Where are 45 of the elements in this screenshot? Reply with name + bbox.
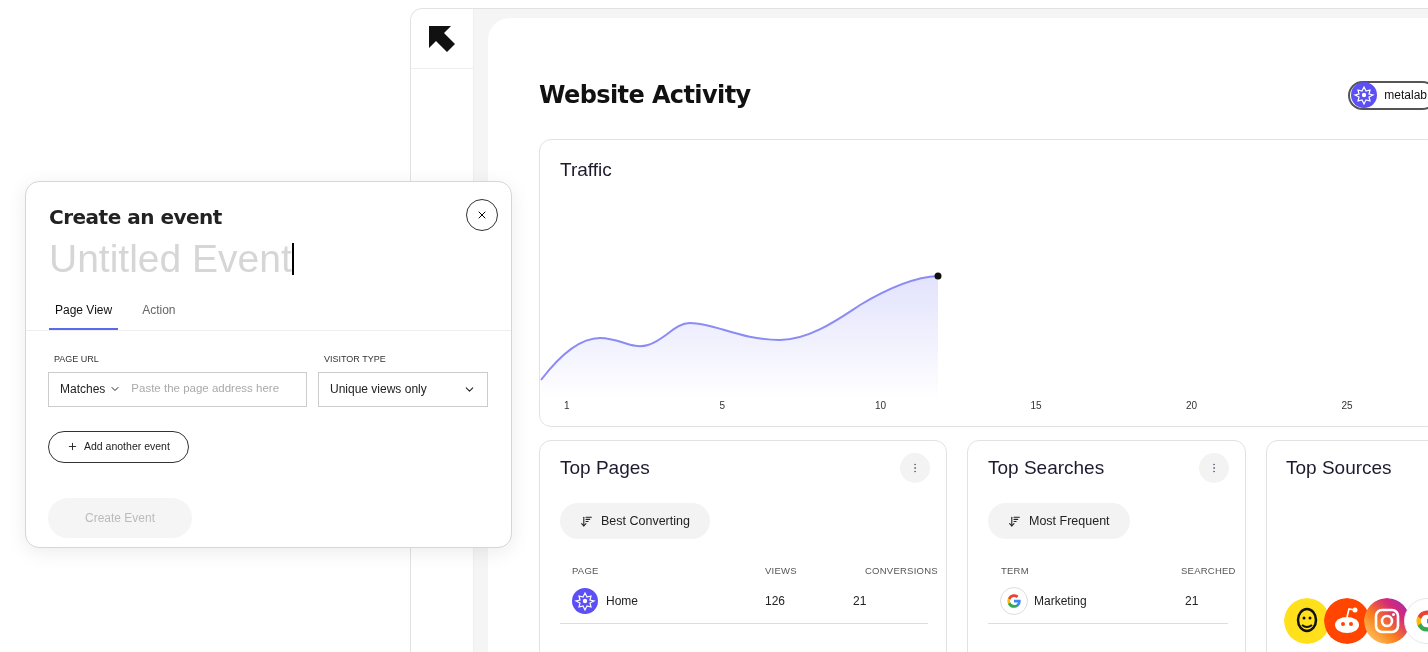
column-header: SEARCHED: [1181, 564, 1237, 578]
column-header: TERM: [1001, 564, 1030, 578]
badge-logo-icon: [1351, 82, 1378, 108]
tab[interactable]: Action: [136, 292, 182, 330]
card-title: Top Pages: [560, 455, 650, 480]
account-name: metalab: [1384, 87, 1427, 104]
more-button[interactable]: [1199, 453, 1229, 483]
axis-label: 25: [1341, 400, 1353, 411]
column-header: VIEWS: [765, 564, 798, 578]
axis-label: 10: [875, 400, 887, 411]
tab[interactable]: Page View: [49, 292, 119, 330]
text-cursor: [291, 243, 294, 275]
badge-logo-icon: [572, 587, 598, 614]
sort-icon: [1008, 514, 1021, 528]
visitor-type-dropdown[interactable]: Unique views only: [318, 371, 488, 407]
page-url-field[interactable]: Matches Paste the page address here: [48, 371, 307, 407]
table-cell-text: 21: [1185, 592, 1200, 610]
match-dropdown[interactable]: Matches: [60, 380, 122, 398]
alien-logo-icon: [1324, 598, 1370, 644]
card-title: Top Sources: [1286, 455, 1392, 480]
table-cell-text: 126: [765, 592, 787, 610]
axis-label: 15: [1030, 400, 1042, 411]
more-button[interactable]: [900, 453, 930, 483]
field-label: PAGE URL: [53, 353, 100, 366]
sort-button[interactable]: Most Frequent: [988, 503, 1130, 539]
sort-icon: [580, 514, 593, 528]
arrow-logo-icon: [428, 24, 456, 53]
sort-button[interactable]: Best Converting: [560, 503, 710, 539]
plus-icon: [67, 441, 78, 452]
axis-label: 1: [564, 400, 570, 411]
card-title: Traffic: [560, 159, 612, 180]
column-header: PAGE: [572, 564, 600, 578]
page-title: Website Activity: [539, 80, 751, 111]
axis-label: 20: [1186, 400, 1198, 411]
card-title: Top Searches: [988, 455, 1105, 480]
table-cell-text: Home: [606, 592, 638, 610]
table-cell-text: 21: [853, 592, 868, 610]
close-icon: [476, 209, 488, 221]
table-cell-text: Marketing: [1034, 592, 1087, 610]
dialog-title: Create an event: [49, 204, 222, 231]
column-header: CONVERSIONS: [865, 564, 939, 578]
g-logo-icon: [1005, 591, 1023, 610]
account-pill[interactable]: metalab: [1348, 80, 1428, 110]
field-label: VISITOR TYPE: [323, 353, 387, 366]
axis-label: 5: [719, 400, 726, 411]
